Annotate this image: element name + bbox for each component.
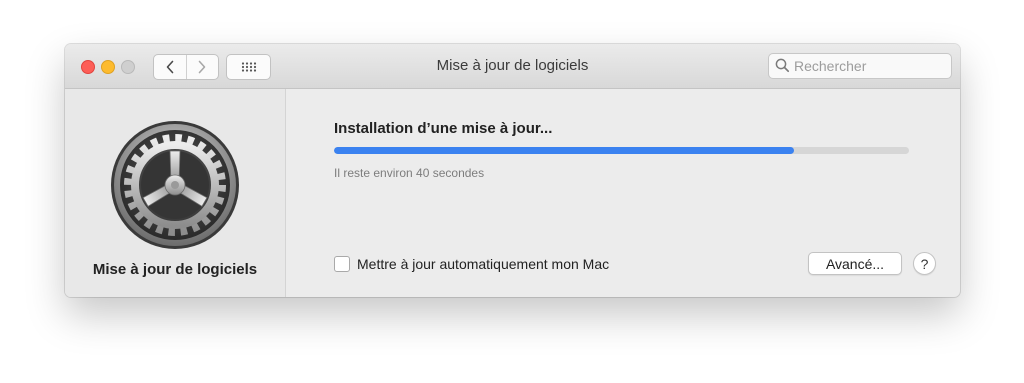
auto-update-checkbox[interactable]: [334, 256, 350, 272]
title-bar: Mise à jour de logiciels: [65, 44, 960, 89]
sidebar: Mise à jour de logiciels: [65, 89, 286, 297]
progress-bar: [334, 147, 909, 154]
search-field[interactable]: [768, 53, 952, 79]
time-remaining-text: Il reste environ 40 secondes: [334, 166, 485, 180]
preferences-window: Mise à jour de logiciels Rechercher Mise…: [65, 44, 960, 297]
progress-fill: [334, 147, 794, 154]
main-content: Installation d’une mise à jour... Il res…: [286, 89, 960, 297]
search-input[interactable]: [794, 54, 944, 78]
auto-update-option[interactable]: Mettre à jour automatiquement mon Mac: [334, 256, 609, 272]
search-icon: [775, 58, 790, 73]
gear-icon: [111, 121, 239, 249]
help-button[interactable]: ?: [913, 252, 936, 275]
sidebar-pane-name: Mise à jour de logiciels: [92, 261, 258, 278]
advanced-button[interactable]: Avancé...: [808, 252, 902, 275]
status-heading: Installation d’une mise à jour...: [334, 120, 553, 137]
auto-update-label[interactable]: Mettre à jour automatiquement mon Mac: [357, 256, 609, 272]
